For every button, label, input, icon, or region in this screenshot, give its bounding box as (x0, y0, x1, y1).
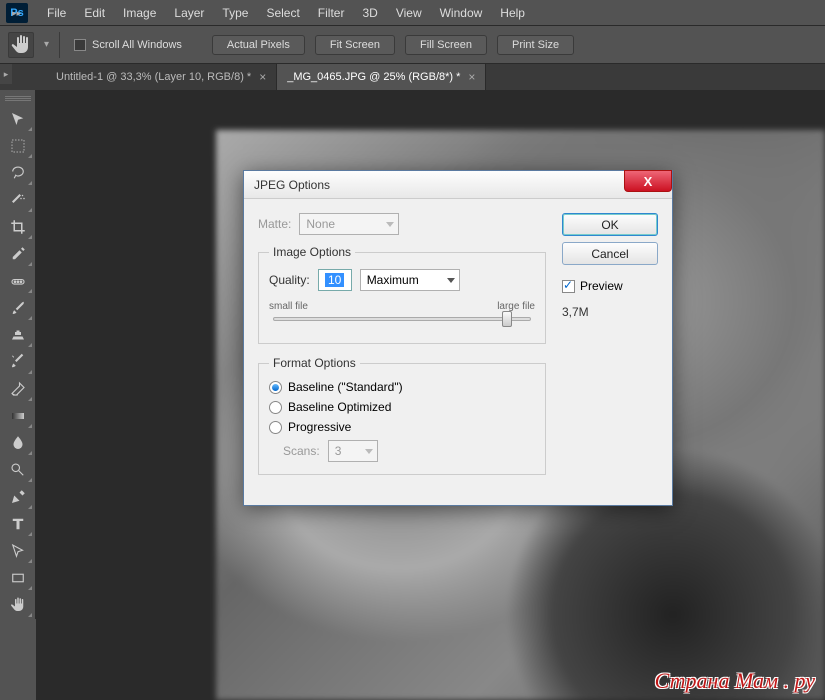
document-tabs: ▸▸ Untitled-1 @ 33,3% (Layer 10, RGB/8) … (0, 64, 825, 90)
panel-grip-icon[interactable] (5, 96, 31, 102)
jpeg-options-dialog: JPEG Options X Matte: None Image Options… (243, 170, 673, 506)
preview-label: Preview (580, 279, 623, 293)
slider-thumb-icon[interactable] (502, 311, 512, 327)
scans-value: 3 (335, 444, 342, 458)
panel-expand-icon[interactable]: ▸ (0, 64, 12, 84)
close-tab-icon[interactable]: × (468, 70, 475, 84)
scroll-all-windows-checkbox[interactable]: Scroll All Windows (74, 39, 182, 51)
chevron-down-icon (386, 222, 394, 227)
menu-bar: Ps File Edit Image Layer Type Select Fil… (0, 0, 825, 26)
baseline-standard-radio[interactable]: Baseline ("Standard") (269, 380, 535, 394)
hand-tool-icon[interactable] (8, 32, 34, 58)
menu-image[interactable]: Image (114, 6, 165, 20)
preview-checkbox[interactable]: Preview (562, 279, 658, 293)
chevron-down-icon (447, 278, 455, 283)
hand-tool[interactable] (3, 592, 33, 618)
eyedropper-tool[interactable] (3, 241, 33, 267)
move-tool[interactable] (3, 106, 33, 132)
close-button[interactable]: X (624, 170, 672, 192)
history-brush-tool[interactable] (3, 349, 33, 375)
quality-preset-dropdown[interactable]: Maximum (360, 269, 460, 291)
cancel-button[interactable]: Cancel (562, 242, 658, 265)
matte-value: None (306, 217, 335, 231)
separator (59, 32, 60, 58)
radio-icon (269, 421, 282, 434)
menu-type[interactable]: Type (213, 6, 257, 20)
tools-panel (0, 90, 36, 619)
radio-icon (269, 401, 282, 414)
path-selection-tool[interactable] (3, 538, 33, 564)
expand-panels-icon[interactable]: ▸▸ (12, 0, 36, 26)
chevron-down-icon (365, 449, 373, 454)
fit-screen-button[interactable]: Fit Screen (315, 35, 395, 55)
checkbox-icon (74, 39, 86, 51)
lasso-tool[interactable] (3, 160, 33, 186)
tab-label: _MG_0465.JPG @ 25% (RGB/8*) * (287, 71, 460, 83)
image-options-group: Image Options Quality: 10 Maximum small … (258, 245, 546, 344)
quality-label: Quality: (269, 273, 310, 287)
format-options-legend: Format Options (269, 356, 360, 370)
scans-label: Scans: (283, 444, 320, 458)
small-file-label: small file (269, 301, 308, 312)
eraser-tool[interactable] (3, 376, 33, 402)
pen-tool[interactable] (3, 484, 33, 510)
fill-screen-button[interactable]: Fill Screen (405, 35, 487, 55)
filesize-label: 3,7M (562, 305, 658, 319)
menu-help[interactable]: Help (491, 6, 534, 20)
dialog-title: JPEG Options (254, 178, 330, 192)
scroll-all-label: Scroll All Windows (92, 39, 182, 51)
progressive-radio[interactable]: Progressive (269, 420, 535, 434)
blur-tool[interactable] (3, 430, 33, 456)
matte-label: Matte: (258, 217, 291, 231)
type-tool[interactable] (3, 511, 33, 537)
radio-label: Baseline Optimized (288, 400, 391, 414)
slider-track (273, 317, 531, 321)
rectangle-tool[interactable] (3, 565, 33, 591)
image-options-legend: Image Options (269, 245, 355, 259)
menu-edit[interactable]: Edit (75, 6, 114, 20)
close-tab-icon[interactable]: × (259, 70, 266, 84)
radio-icon (269, 381, 282, 394)
menu-view[interactable]: View (387, 6, 431, 20)
menu-file[interactable]: File (38, 6, 75, 20)
baseline-optimized-radio[interactable]: Baseline Optimized (269, 400, 535, 414)
marquee-tool[interactable] (3, 133, 33, 159)
menu-3d[interactable]: 3D (353, 6, 386, 20)
quality-preset-value: Maximum (367, 273, 419, 287)
close-icon: X (644, 174, 653, 189)
document-tab[interactable]: _MG_0465.JPG @ 25% (RGB/8*) * × (277, 64, 486, 90)
magic-wand-tool[interactable] (3, 187, 33, 213)
menu-select[interactable]: Select (257, 6, 308, 20)
dodge-tool[interactable] (3, 457, 33, 483)
dialog-titlebar[interactable]: JPEG Options X (244, 171, 672, 199)
gradient-tool[interactable] (3, 403, 33, 429)
watermark: Страна Мам . ру (655, 668, 815, 694)
menu-layer[interactable]: Layer (165, 6, 213, 20)
brush-tool[interactable] (3, 295, 33, 321)
matte-dropdown: None (299, 213, 399, 235)
scans-dropdown: 3 (328, 440, 378, 462)
crop-tool[interactable] (3, 214, 33, 240)
format-options-group: Format Options Baseline ("Standard") Bas… (258, 356, 546, 475)
menu-filter[interactable]: Filter (309, 6, 354, 20)
menu-window[interactable]: Window (431, 6, 492, 20)
document-tab[interactable]: Untitled-1 @ 33,3% (Layer 10, RGB/8) * × (46, 64, 277, 90)
actual-pixels-button[interactable]: Actual Pixels (212, 35, 305, 55)
print-size-button[interactable]: Print Size (497, 35, 574, 55)
radio-label: Baseline ("Standard") (288, 380, 403, 394)
clone-stamp-tool[interactable] (3, 322, 33, 348)
radio-label: Progressive (288, 420, 351, 434)
tab-label: Untitled-1 @ 33,3% (Layer 10, RGB/8) * (56, 71, 251, 83)
checkbox-icon (562, 280, 575, 293)
healing-brush-tool[interactable] (3, 268, 33, 294)
options-bar: ▾ Scroll All Windows Actual Pixels Fit S… (0, 26, 825, 64)
quality-slider[interactable]: small file large file (269, 301, 535, 331)
ok-button[interactable]: OK (562, 213, 658, 236)
quality-input[interactable]: 10 (318, 269, 352, 291)
